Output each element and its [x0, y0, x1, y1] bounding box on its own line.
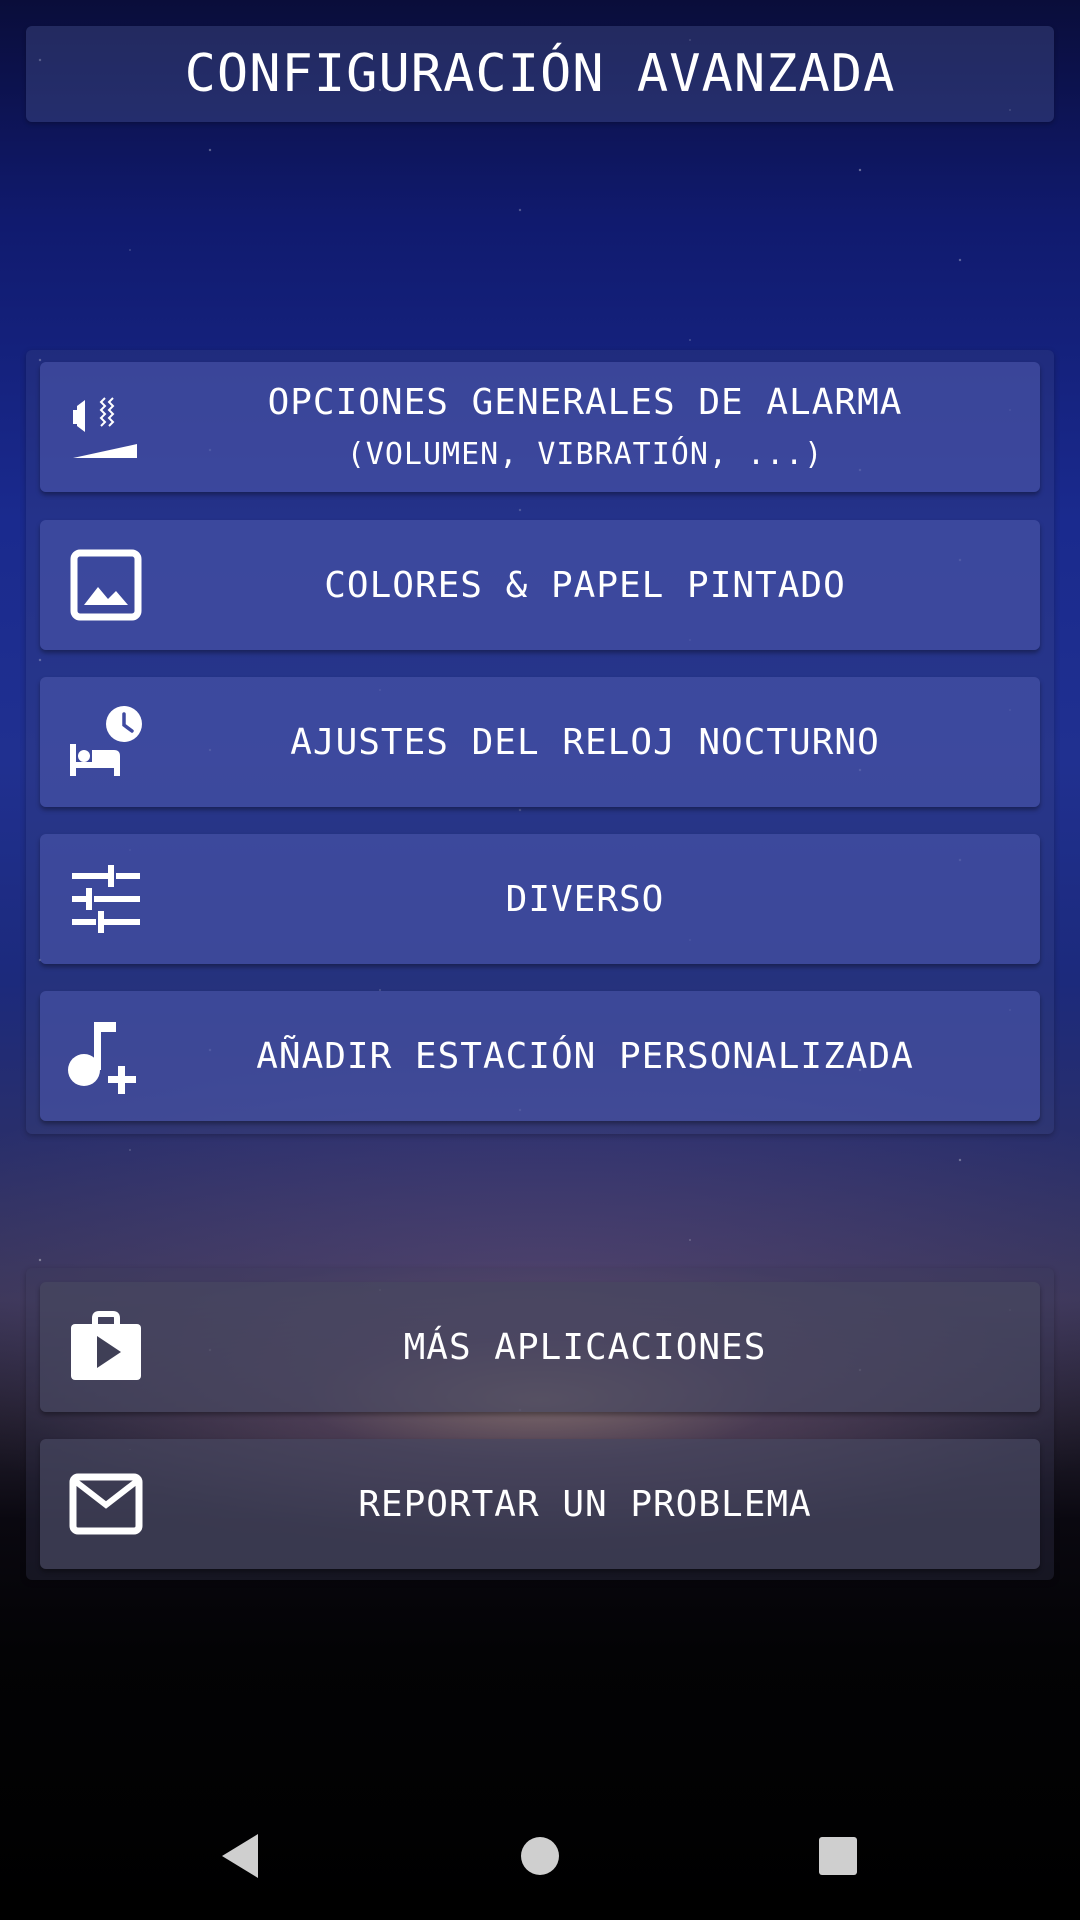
store-bag-icon — [66, 1307, 146, 1387]
music-add-icon — [66, 1016, 146, 1096]
extra-panel: MÁS APLICACIONES REPORTAR UN PROBLEMA — [26, 1268, 1054, 1580]
report-problem-label: REPORTAR UN PROBLEMA — [358, 1483, 812, 1525]
settings-panel: OPCIONES GENERALES DE ALARMA (VOLUMEN, V… — [26, 350, 1054, 1134]
alarm-options-button[interactable]: OPCIONES GENERALES DE ALARMA (VOLUMEN, V… — [40, 362, 1040, 492]
misc-button[interactable]: DIVERSO — [40, 834, 1040, 964]
add-station-label: AÑADIR ESTACIÓN PERSONALIZADA — [256, 1035, 914, 1077]
title-bar: CONFIGURACIÓN AVANZADA — [26, 26, 1054, 122]
back-icon — [218, 1832, 262, 1884]
home-button[interactable] — [512, 1830, 568, 1886]
misc-label: DIVERSO — [505, 878, 665, 920]
colors-wallpaper-label: COLORES & PAPEL PINTADO — [324, 564, 846, 606]
alarm-options-text: OPCIONES GENERALES DE ALARMA (VOLUMEN, V… — [160, 362, 1010, 492]
add-station-button[interactable]: AÑADIR ESTACIÓN PERSONALIZADA — [40, 991, 1040, 1121]
bed-clock-icon — [66, 702, 146, 782]
page-title: CONFIGURACIÓN AVANZADA — [184, 44, 896, 104]
alarm-options-sublabel: (VOLUMEN, VIBRATIÓN, ...) — [346, 437, 824, 472]
mail-icon — [66, 1464, 146, 1544]
recents-button[interactable] — [810, 1830, 866, 1886]
colors-wallpaper-button[interactable]: COLORES & PAPEL PINTADO — [40, 520, 1040, 650]
volume-vibration-icon — [66, 387, 146, 467]
sliders-icon — [66, 859, 146, 939]
home-icon — [520, 1836, 560, 1880]
alarm-options-label: OPCIONES GENERALES DE ALARMA — [267, 382, 903, 423]
more-apps-button[interactable]: MÁS APLICACIONES — [40, 1282, 1040, 1412]
more-apps-label: MÁS APLICACIONES — [403, 1326, 767, 1368]
image-icon — [66, 545, 146, 625]
back-button[interactable] — [212, 1830, 268, 1886]
night-clock-label: AJUSTES DEL RELOJ NOCTURNO — [290, 721, 880, 763]
night-clock-button[interactable]: AJUSTES DEL RELOJ NOCTURNO — [40, 677, 1040, 807]
report-problem-button[interactable]: REPORTAR UN PROBLEMA — [40, 1439, 1040, 1569]
recents-icon — [818, 1836, 858, 1880]
